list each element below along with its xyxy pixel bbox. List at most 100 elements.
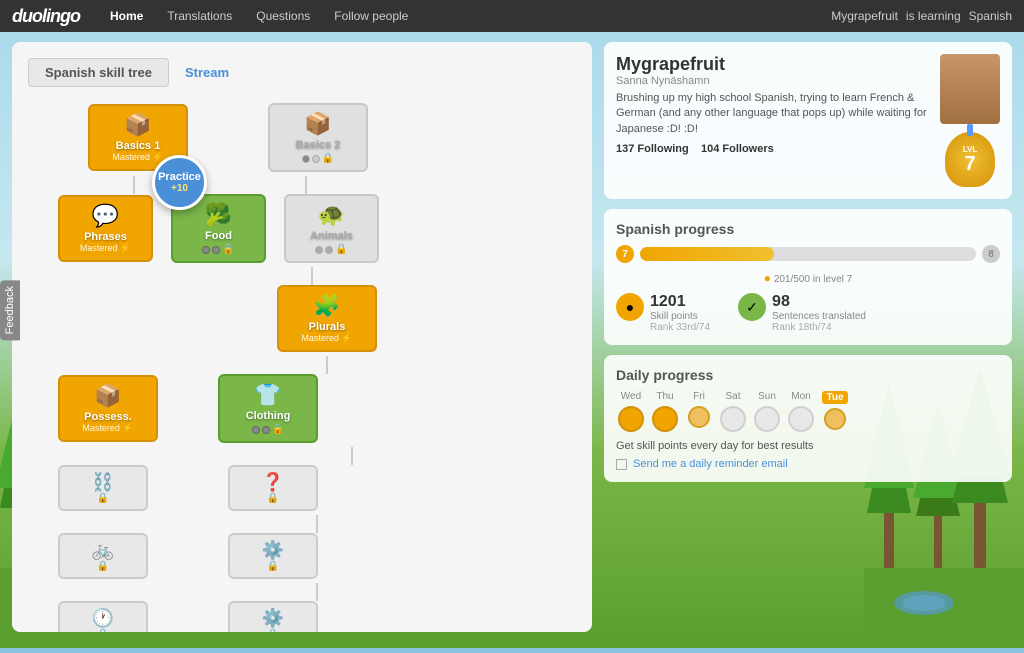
animals-name: Animals: [310, 230, 353, 242]
skill-plurals[interactable]: 🧩 Plurals Mastered ⚡: [277, 285, 377, 352]
tab-stream[interactable]: Stream: [169, 59, 245, 86]
skill-row-3: 🧩 Plurals Mastered ⚡: [28, 285, 576, 352]
basics2-name: Basics 2: [296, 139, 341, 151]
right-panel: Mygrapefruit Sanna Nynäshamn Brushing up…: [592, 42, 1012, 632]
day-sat: Sat: [718, 391, 748, 432]
day-tue: Tue: [820, 391, 850, 432]
locked3-lock: 🔒: [97, 561, 109, 572]
xp-sublabel: ● 201/500 in level 7: [616, 271, 1000, 285]
day-fri-coin: [688, 406, 710, 428]
skill-phrases[interactable]: 💬 Phrases Mastered ⚡: [58, 195, 153, 262]
possess-status: Mastered ⚡: [82, 423, 133, 434]
locked1-icon: ⛓️: [92, 472, 114, 493]
skill-basics2[interactable]: 📦 Basics 2 🔒: [268, 103, 368, 172]
skill-row-1: 📦 Basics 1 Mastered ⚡ 📦 Basics 2 🔒: [28, 103, 576, 172]
xp-progress-text: 201/500 in level 7: [774, 274, 852, 285]
profile-name: Mygrapefruit: [616, 54, 930, 75]
followers-label: Followers: [722, 143, 773, 155]
practice-button[interactable]: Practice +10: [152, 155, 207, 210]
skill-locked-2[interactable]: ❓ 🔒: [228, 465, 318, 511]
reminder-label[interactable]: Send me a daily reminder email: [633, 458, 788, 470]
skill-possess[interactable]: 📦 Possess. Mastered ⚡: [58, 375, 158, 442]
nav-links: Home Translations Questions Follow peopl…: [104, 5, 414, 27]
locked4-icon: ⚙️: [262, 540, 284, 561]
plurals-name: Plurals: [309, 321, 346, 333]
profile-follow: 137 Following 104 Followers: [616, 143, 930, 155]
locked2-lock: 🔒: [267, 493, 279, 504]
food-progress: 🔒: [202, 244, 234, 255]
practice-label: Practice: [158, 171, 201, 183]
locked5-icon: 🕐: [92, 608, 114, 629]
skill-points-label: Skill points: [650, 311, 710, 322]
stat-skill-points: ● 1201 Skill points Rank 33rd/74: [616, 293, 710, 333]
main-container: Spanish skill tree Stream 📦 Basics 1 Mas…: [12, 42, 1012, 632]
skill-locked-5[interactable]: 🕐 🔒: [58, 601, 148, 632]
reminder-row: Send me a daily reminder email: [616, 458, 1000, 470]
navbar-right: Mygrapefruit is learning Spanish: [831, 9, 1012, 23]
possess-icon: 📦: [94, 383, 121, 409]
xp-coin-end: 8: [982, 245, 1000, 263]
profile-info: Mygrapefruit Sanna Nynäshamn Brushing up…: [616, 54, 930, 187]
skill-row-4: 📦 Possess. Mastered ⚡ 👕 Clothing 🔒: [28, 374, 576, 443]
profile-right: LVL 7: [940, 54, 1000, 187]
skill-locked-1[interactable]: ⛓️ 🔒: [58, 465, 148, 511]
skill-locked-4[interactable]: ⚙️ 🔒: [228, 533, 318, 579]
day-mon-coin: [788, 406, 814, 432]
daily-tip: Get skill points every day for best resu…: [616, 440, 1000, 452]
day-fri: Fri: [684, 391, 714, 432]
followers-count: 104: [701, 143, 719, 155]
level-number: 7: [964, 154, 975, 174]
sentences-icon: ✓: [738, 293, 766, 321]
connector-row2: [28, 267, 576, 285]
basics1-status: Mastered ⚡: [112, 152, 163, 163]
xp-bar-fill: [640, 247, 774, 261]
days-grid: Wed Thu Fri Sat: [616, 391, 1000, 432]
skill-row-2: 💬 Phrases Mastered ⚡ 🥦 Food 🔒 🐢 Animals: [28, 194, 576, 263]
animals-icon: 🐢: [318, 202, 345, 228]
nav-translations[interactable]: Translations: [161, 5, 238, 27]
locked3-icon: 🚲: [92, 540, 114, 561]
day-sun: Sun: [752, 391, 782, 432]
skill-animals[interactable]: 🐢 Animals 🔒: [284, 194, 379, 263]
navbar-username[interactable]: Mygrapefruit: [831, 9, 898, 23]
level-badge: LVL 7: [945, 132, 995, 187]
day-fri-label: Fri: [693, 391, 705, 402]
clothing-progress: 🔒: [252, 424, 284, 435]
skill-locked-3[interactable]: 🚲 🔒: [58, 533, 148, 579]
nav-follow[interactable]: Follow people: [328, 5, 414, 27]
xp-bar-container: 7 8: [616, 245, 1000, 263]
skill-locked-6[interactable]: ⚙️ 🔒: [228, 601, 318, 632]
following-count: 137: [616, 143, 634, 155]
daily-progress-title: Daily progress: [616, 367, 1000, 383]
app-logo[interactable]: duolingo: [12, 6, 80, 27]
animals-progress: 🔒: [315, 244, 347, 255]
stat-sent-info: 98 Sentences translated Rank 18th/74: [772, 293, 866, 333]
locked6-lock: 🔒: [267, 629, 279, 632]
sentences-rank: Rank 18th/74: [772, 322, 866, 333]
stats-row: ● 1201 Skill points Rank 33rd/74 ✓ 98 Se…: [616, 293, 1000, 333]
day-wed: Wed: [616, 391, 646, 432]
stat-sentences: ✓ 98 Sentences translated Rank 18th/74: [738, 293, 866, 333]
feedback-tab[interactable]: Feedback: [0, 280, 20, 340]
day-tue-coin: [824, 408, 846, 430]
navbar: duolingo Home Translations Questions Fol…: [0, 0, 1024, 32]
reminder-checkbox[interactable]: [616, 459, 627, 470]
plurals-icon: 🧩: [313, 293, 340, 319]
navbar-language[interactable]: Spanish: [969, 9, 1012, 23]
nav-questions[interactable]: Questions: [250, 5, 316, 27]
clothing-icon: 👕: [254, 382, 281, 408]
following-label: Following: [637, 143, 688, 155]
day-wed-label: Wed: [621, 391, 641, 402]
xp-coin-start: 7: [616, 245, 634, 263]
day-sun-coin: [754, 406, 780, 432]
basics1-name: Basics 1: [116, 140, 161, 152]
nav-home[interactable]: Home: [104, 5, 149, 27]
tab-skill-tree[interactable]: Spanish skill tree: [28, 58, 169, 87]
day-mon: Mon: [786, 391, 816, 432]
locked1-lock: 🔒: [97, 493, 109, 504]
basics2-icon: 📦: [304, 111, 331, 137]
connector-row5: [28, 515, 576, 533]
day-thu-coin: [652, 406, 678, 432]
food-icon: 🥦: [205, 202, 232, 228]
skill-clothing[interactable]: 👕 Clothing 🔒: [218, 374, 318, 443]
